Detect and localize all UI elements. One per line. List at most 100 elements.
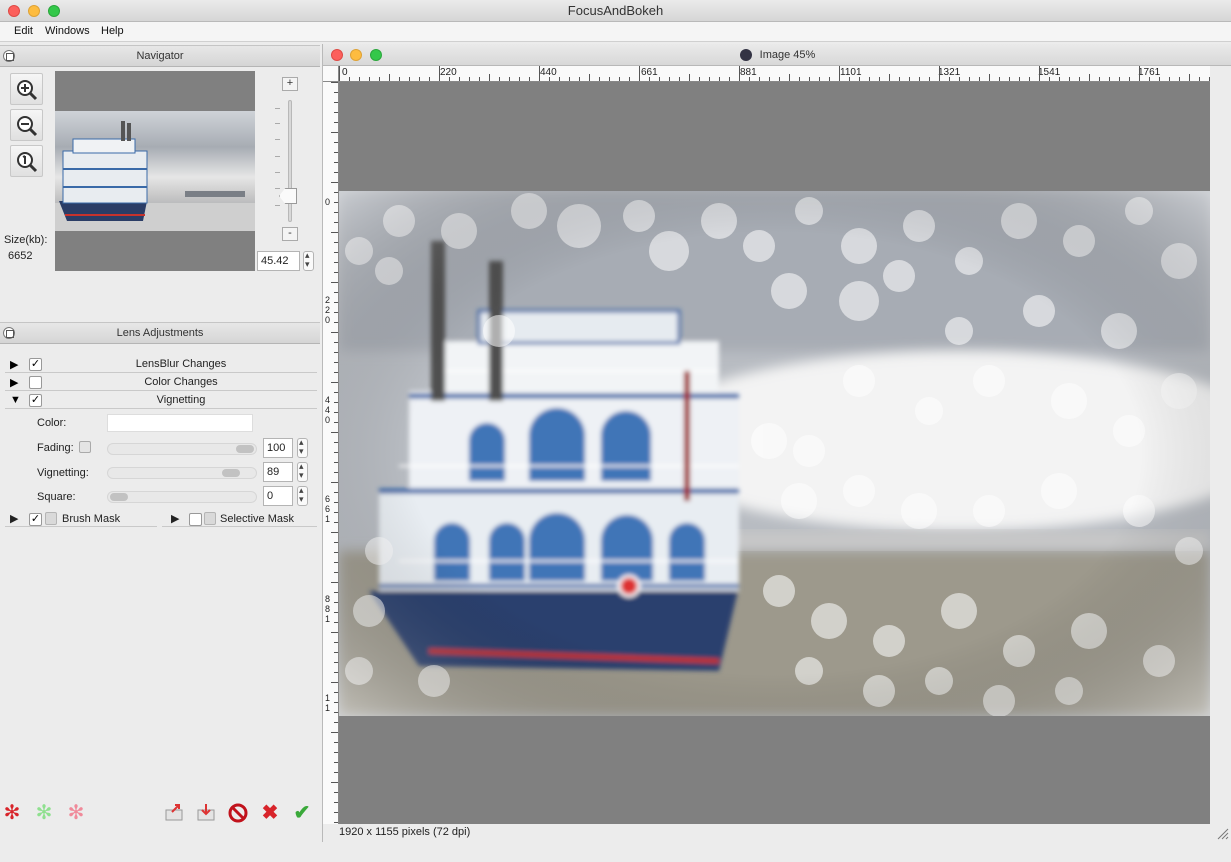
left-panel: Navigator Size(kb): 6652 + - 45.42 ▴ ▾ L… bbox=[0, 42, 320, 842]
ruler-tick bbox=[331, 532, 338, 533]
square-stepper[interactable] bbox=[297, 485, 308, 506]
ruler-v-label: 2 2 0 bbox=[325, 295, 331, 325]
ruler-tick bbox=[669, 77, 670, 81]
expand-triangle-icon[interactable]: ▶ bbox=[10, 376, 18, 389]
collapse-triangle-icon[interactable]: ▼ bbox=[10, 394, 21, 406]
expand-triangle-icon[interactable]: ▶ bbox=[10, 358, 18, 371]
ruler-tick bbox=[334, 412, 338, 413]
square-slider-knob[interactable] bbox=[110, 493, 128, 501]
ruler-tick bbox=[529, 77, 530, 81]
ruler-tick bbox=[849, 77, 850, 81]
zoom-slider-thumb[interactable] bbox=[279, 188, 297, 204]
square-input[interactable]: 0 bbox=[263, 486, 293, 506]
vignetting-checkbox[interactable]: ✓ bbox=[29, 394, 42, 407]
brush-mask-label: Brush Mask bbox=[62, 513, 121, 525]
navigator-thumbnail[interactable] bbox=[55, 71, 255, 271]
vignetting-color-well[interactable] bbox=[107, 414, 253, 432]
ruler-tick bbox=[334, 222, 338, 223]
minimize-window-button[interactable] bbox=[28, 5, 40, 17]
fading-input[interactable]: 100 bbox=[263, 438, 293, 458]
vignetting-stepper[interactable] bbox=[297, 461, 308, 482]
ruler-tick bbox=[334, 712, 338, 713]
zoom-document-button[interactable] bbox=[370, 49, 382, 61]
ruler-tick bbox=[334, 122, 338, 123]
minimize-document-button[interactable] bbox=[350, 49, 362, 61]
vignetting-slider-knob[interactable] bbox=[222, 469, 241, 477]
fading-stepper[interactable] bbox=[297, 437, 308, 458]
ruler-tick bbox=[699, 77, 700, 81]
square-slider[interactable] bbox=[107, 491, 257, 503]
ruler-tick bbox=[334, 372, 338, 373]
vignetting-input[interactable]: 89 bbox=[263, 462, 293, 482]
ruler-tick bbox=[349, 77, 350, 81]
section-color-changes[interactable]: ▶ Color Changes bbox=[5, 374, 317, 391]
lensblur-changes-checkbox[interactable]: ✓ bbox=[29, 358, 42, 371]
ruler-tick bbox=[334, 252, 338, 253]
zoom-window-button[interactable] bbox=[48, 5, 60, 17]
color-changes-checkbox[interactable] bbox=[29, 376, 42, 389]
fading-slider[interactable] bbox=[107, 443, 257, 455]
fading-options-icon[interactable] bbox=[79, 441, 91, 453]
export-icon[interactable] bbox=[163, 802, 185, 824]
brush-mask-row[interactable]: ▶ ✓ Brush Mask bbox=[5, 510, 157, 527]
ruler-tick bbox=[789, 74, 790, 81]
menu-help[interactable]: Help bbox=[101, 25, 124, 37]
cancel-icon[interactable] bbox=[227, 802, 249, 824]
ruler-tick bbox=[989, 74, 990, 81]
app-document-icon bbox=[739, 49, 752, 62]
resize-grip-icon[interactable] bbox=[1217, 828, 1229, 840]
ruler-tick bbox=[334, 192, 338, 193]
ruler-tick bbox=[999, 77, 1000, 81]
zoom-actual-size-button[interactable] bbox=[10, 145, 43, 177]
import-icon[interactable] bbox=[195, 802, 217, 824]
ruler-tick bbox=[399, 77, 400, 81]
fading-slider-knob[interactable] bbox=[236, 445, 254, 453]
ruler-tick bbox=[1039, 66, 1040, 81]
ruler-tick bbox=[334, 572, 338, 573]
zoom-out-button[interactable] bbox=[10, 109, 43, 141]
zoom-stepper[interactable] bbox=[303, 250, 314, 271]
detach-panel-icon[interactable] bbox=[3, 50, 15, 62]
selective-mask-checkbox[interactable] bbox=[189, 513, 202, 526]
close-window-button[interactable] bbox=[8, 5, 20, 17]
ruler-tick bbox=[509, 77, 510, 81]
zoom-in-button[interactable] bbox=[10, 73, 43, 105]
zoom-value-input[interactable]: 45.42 bbox=[257, 251, 300, 271]
vignetting-slider[interactable] bbox=[107, 467, 257, 479]
ruler-tick bbox=[334, 352, 338, 353]
ruler-tick bbox=[334, 752, 338, 753]
apply-checkmark-icon[interactable]: ✔ bbox=[291, 802, 313, 824]
ruler-tick bbox=[334, 802, 338, 803]
ruler-tick bbox=[1149, 77, 1150, 81]
ruler-tick bbox=[334, 322, 338, 323]
expand-triangle-icon[interactable]: ▶ bbox=[10, 512, 18, 525]
detach-panel-icon[interactable] bbox=[3, 327, 15, 339]
menu-windows[interactable]: Windows bbox=[45, 25, 90, 37]
bokeh-stacked-icon[interactable]: ✻ bbox=[65, 802, 87, 824]
ruler-tick bbox=[479, 77, 480, 81]
selective-mask-row[interactable]: ▶ Selective Mask bbox=[162, 510, 317, 527]
ruler-tick bbox=[331, 332, 338, 333]
bokeh-green-pink-icon[interactable]: ✻ bbox=[33, 802, 55, 824]
section-label: LensBlur Changes bbox=[135, 358, 227, 370]
section-lensblur-changes[interactable]: ▶ ✓ LensBlur Changes bbox=[5, 356, 317, 373]
ruler-tick bbox=[334, 772, 338, 773]
ruler-tick bbox=[539, 66, 540, 81]
zoom-minus-button[interactable]: - bbox=[282, 227, 298, 241]
close-icon[interactable]: ✖ bbox=[259, 802, 281, 824]
menu-edit[interactable]: Edit bbox=[14, 25, 33, 37]
document-titlebar: Image 45% bbox=[323, 44, 1231, 66]
bokeh-red-icon[interactable]: ✻ bbox=[1, 802, 23, 824]
ruler-tick bbox=[919, 77, 920, 81]
ruler-tick bbox=[334, 172, 338, 173]
image-canvas[interactable] bbox=[339, 82, 1210, 824]
ruler-h-label: 0 bbox=[342, 67, 348, 78]
ruler-tick bbox=[334, 502, 338, 503]
expand-triangle-icon[interactable]: ▶ bbox=[171, 512, 179, 525]
brush-mask-checkbox[interactable]: ✓ bbox=[29, 513, 42, 526]
section-vignetting[interactable]: ▼ ✓ Vignetting bbox=[5, 392, 317, 409]
close-document-button[interactable] bbox=[331, 49, 343, 61]
ruler-tick bbox=[334, 152, 338, 153]
navigator-header: Navigator bbox=[0, 45, 320, 67]
zoom-plus-button[interactable]: + bbox=[282, 77, 298, 91]
